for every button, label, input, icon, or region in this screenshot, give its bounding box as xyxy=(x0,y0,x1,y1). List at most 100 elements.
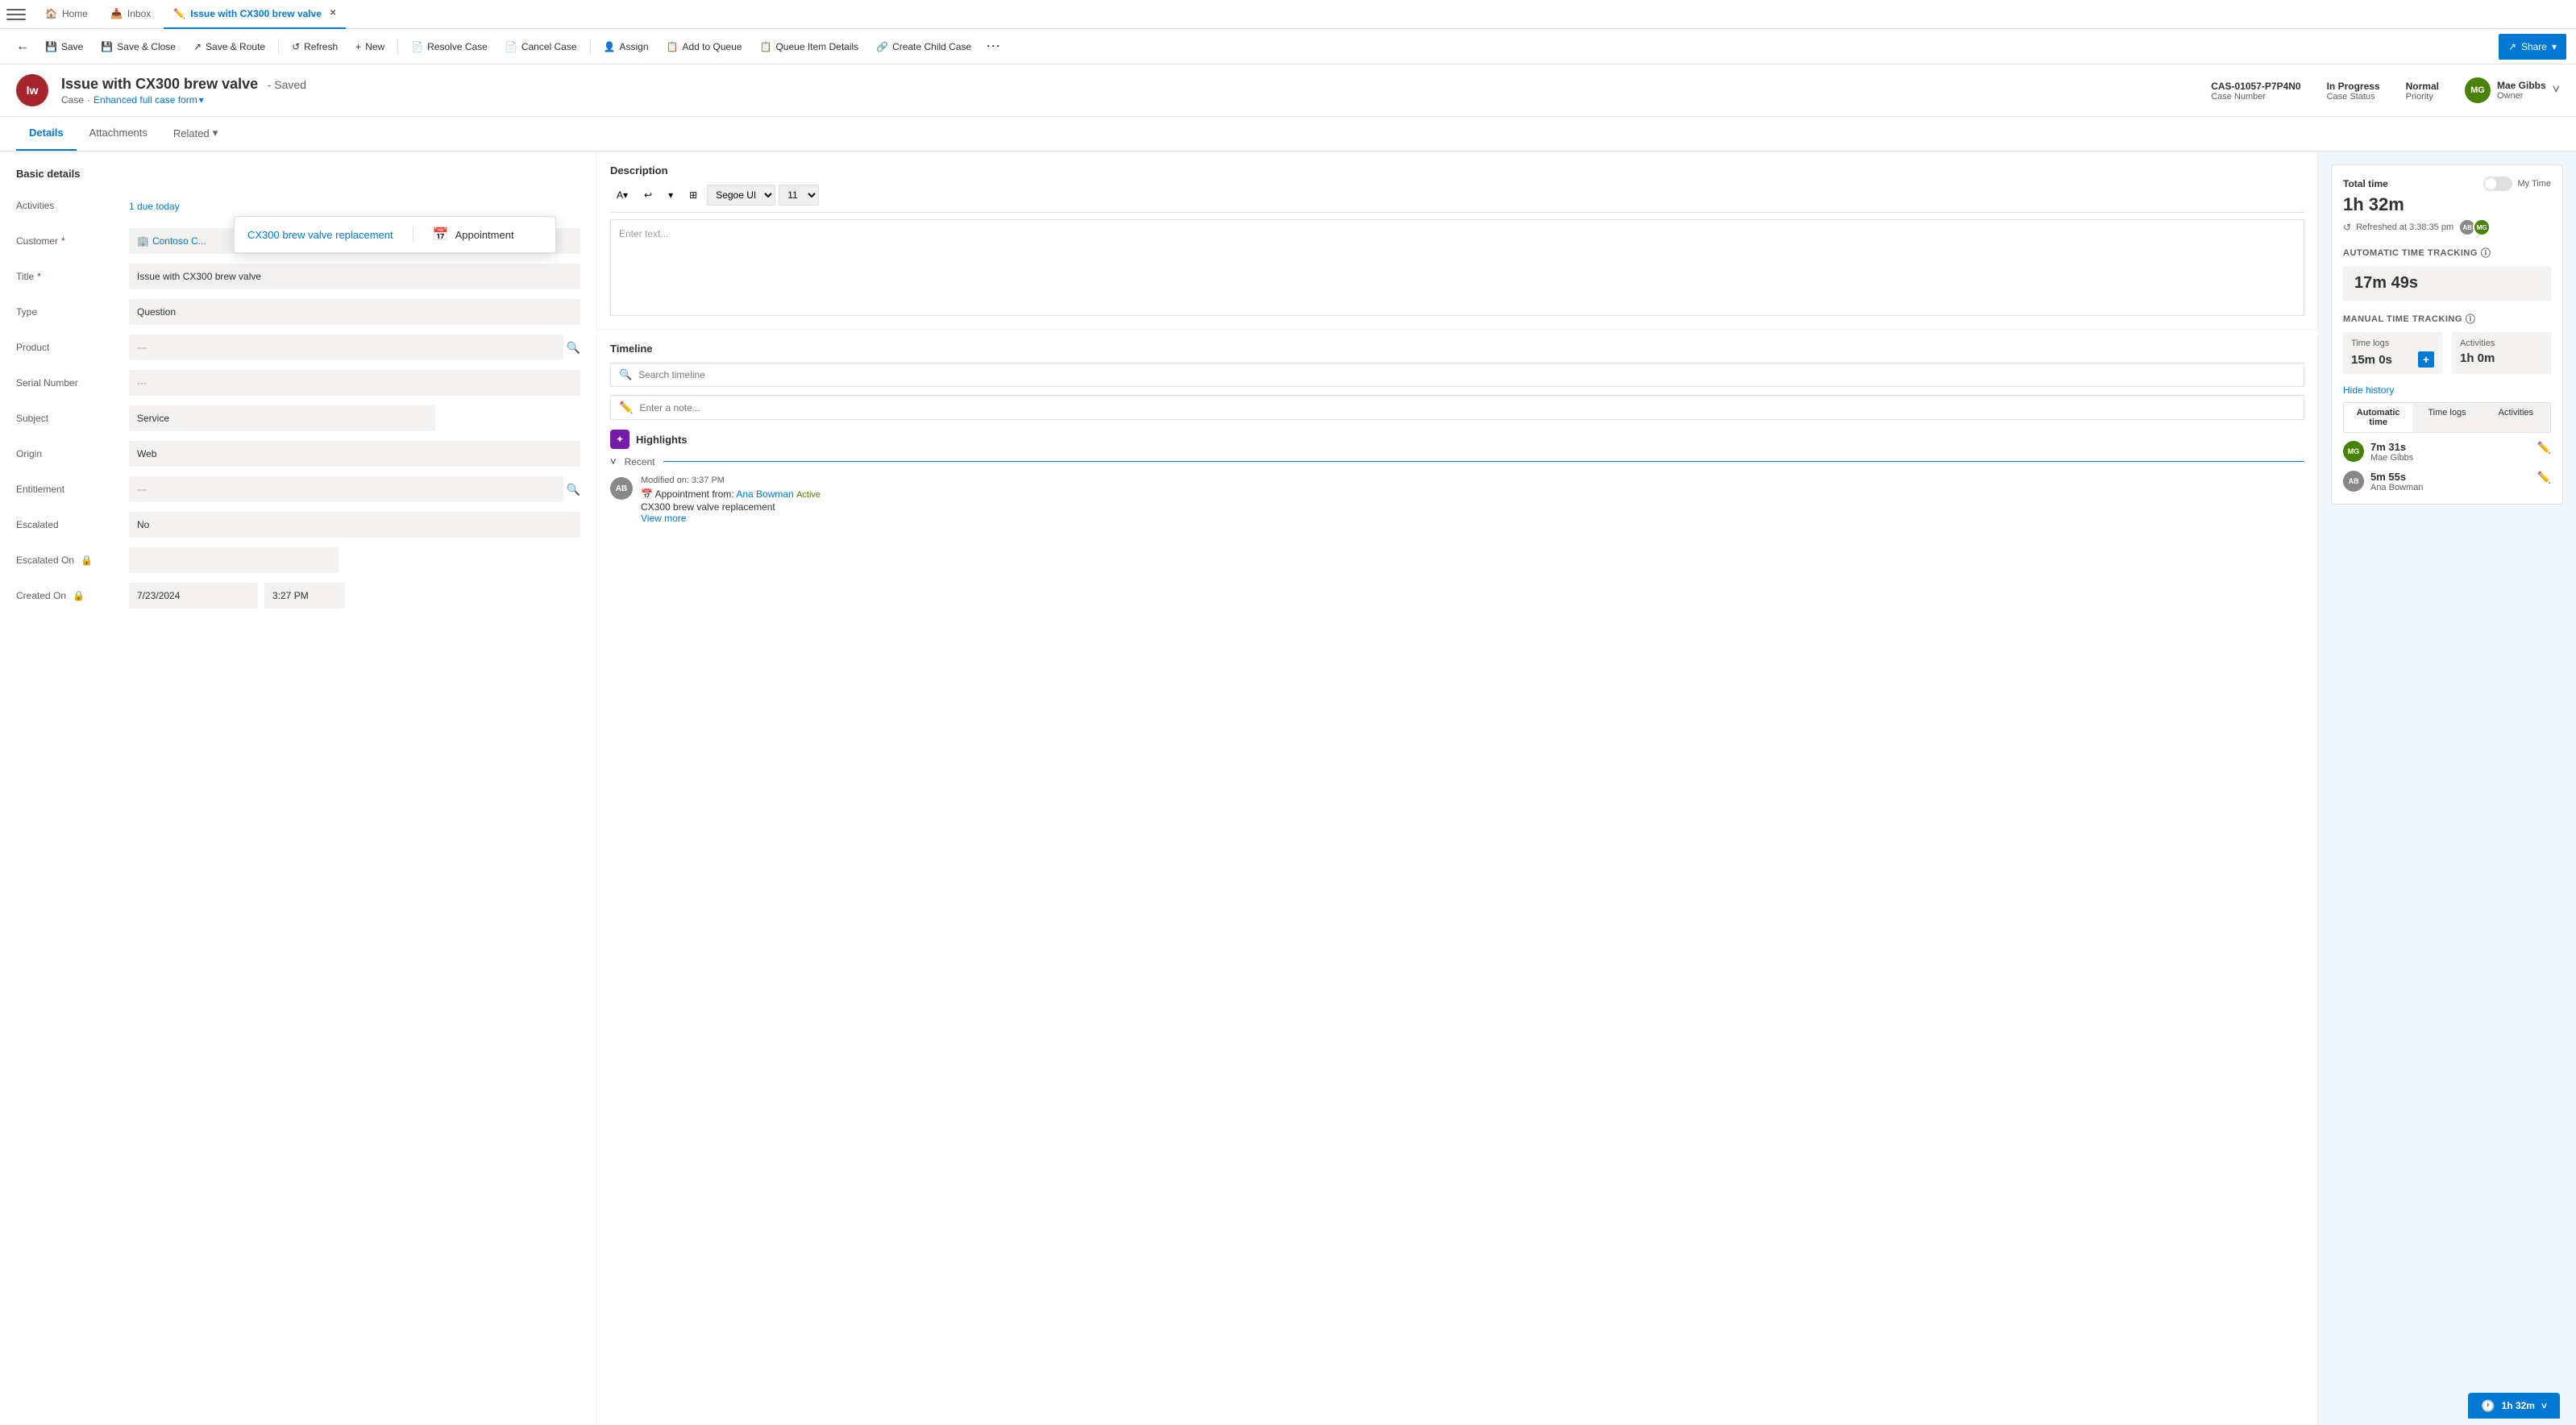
type-input[interactable]: Question xyxy=(129,299,580,325)
product-label: Product xyxy=(16,342,129,353)
save-route-button[interactable]: ↗ Save & Route xyxy=(185,34,273,60)
assign-button[interactable]: 👤 Assign xyxy=(596,34,657,60)
save-button[interactable]: 💾 Save xyxy=(37,34,91,60)
tab-related[interactable]: Related ▾ xyxy=(160,117,231,151)
history-tab-timelogs[interactable]: Time logs xyxy=(2412,403,2481,432)
origin-value: Web xyxy=(129,441,580,467)
back-button[interactable]: ← xyxy=(10,39,35,54)
refresh-time-icon[interactable]: ↺ xyxy=(2343,222,2351,233)
history-tab-activities[interactable]: Activities xyxy=(2482,403,2550,432)
my-time-toggle[interactable] xyxy=(2483,177,2512,191)
add-queue-icon: 📋 xyxy=(667,41,679,52)
product-input[interactable]: --- xyxy=(129,334,563,360)
escalated-on-input[interactable] xyxy=(129,547,339,573)
queue-details-icon: 📋 xyxy=(760,41,772,52)
history-tab-automatic[interactable]: Automatic time xyxy=(2344,403,2412,432)
tab-inbox[interactable]: 📥 Inbox xyxy=(101,0,160,29)
product-search-icon[interactable]: 🔍 xyxy=(567,341,580,355)
appointment-item[interactable]: 📅 Appointment xyxy=(433,226,514,243)
my-time-label: My Time xyxy=(2517,179,2551,189)
tab-home[interactable]: 🏠 Home xyxy=(35,0,98,29)
undo-icon: ↩ xyxy=(644,189,652,201)
note-input-container: ✏️ xyxy=(610,395,2304,420)
history-edit-ab-button[interactable]: ✏️ xyxy=(2537,471,2551,484)
manual-tracking-section: MANUAL TIME TRACKING ⓘ Time logs 15m 0s … xyxy=(2343,312,2551,374)
share-label: Share xyxy=(2521,41,2547,52)
undo-dropdown-button[interactable]: ▾ xyxy=(662,186,679,204)
field-entitlement: Entitlement --- 🔍 xyxy=(16,476,580,502)
activities-link[interactable]: 1 due today xyxy=(129,201,180,212)
field-created-on: Created On 🔒 7/23/2024 3:27 PM xyxy=(16,583,580,609)
hide-history-button[interactable]: Hide history xyxy=(2343,384,2394,396)
title-label: Title * xyxy=(16,271,129,282)
form-link[interactable]: Enhanced full case form ▾ xyxy=(93,94,204,106)
bottom-time-bar[interactable]: 🕐 1h 32m ˅ xyxy=(2468,1393,2560,1419)
owner-expand-button[interactable]: ˅ xyxy=(2553,83,2560,98)
more-options-button[interactable]: ⋯ xyxy=(981,38,1005,55)
cancel-case-button[interactable]: 📄 Cancel Case xyxy=(497,34,585,60)
description-toolbar: A▾ ↩ ▾ ⊞ Segoe UI 11 xyxy=(610,185,2304,213)
tab-case[interactable]: ✏️ Issue with CX300 brew valve ✕ xyxy=(164,0,346,29)
child-case-label: Create Child Case xyxy=(892,41,971,52)
tab-details[interactable]: Details xyxy=(16,117,77,151)
save-close-icon: 💾 xyxy=(101,41,113,52)
origin-input[interactable]: Web xyxy=(129,441,580,467)
owner-avatar: MG xyxy=(2465,77,2491,103)
resolve-case-button[interactable]: 📄 Resolve Case xyxy=(403,34,496,60)
hamburger-menu[interactable] xyxy=(6,5,26,24)
owner-section: MG Mae Gibbs Owner ˅ xyxy=(2465,77,2560,103)
refresh-button[interactable]: ↺ Refresh xyxy=(284,34,346,60)
case-number-meta: CAS-01057-P7P4N0 Case Number xyxy=(2211,79,2300,102)
subject-value: Service xyxy=(129,405,580,431)
history-info-mg: 7m 31s Mae Gibbs xyxy=(2370,441,2531,463)
format-button[interactable]: ⊞ xyxy=(683,186,704,204)
save-close-button[interactable]: 💾 Save & Close xyxy=(93,34,184,60)
cx300-replacement-link[interactable]: CX300 brew valve replacement xyxy=(247,229,393,241)
history-edit-mg-button[interactable]: ✏️ xyxy=(2537,441,2551,455)
timeline-entry: AB Modified on: 3:37 PM 📅 Appointment fr… xyxy=(610,476,2304,524)
assign-label: Assign xyxy=(619,41,648,52)
child-case-button[interactable]: 🔗 Create Child Case xyxy=(868,34,979,60)
serial-number-value: --- xyxy=(129,370,580,396)
tab-close-button[interactable]: ✕ xyxy=(330,9,336,18)
queue-details-button[interactable]: 📋 Queue Item Details xyxy=(752,34,867,60)
share-button[interactable]: ↗ Share ▾ xyxy=(2499,34,2566,60)
view-more-link[interactable]: View more xyxy=(641,513,2304,524)
nav-tabs: Details Attachments Related ▾ xyxy=(0,117,2576,152)
field-escalated-on: Escalated On 🔒 xyxy=(16,547,580,573)
created-on-date-input[interactable]: 7/23/2024 xyxy=(129,583,258,609)
entry-person-link[interactable]: Ana Bowman xyxy=(736,488,793,500)
new-button[interactable]: + New xyxy=(347,34,393,60)
timeline-search-input[interactable] xyxy=(638,369,2296,380)
subject-input[interactable]: Service xyxy=(129,405,435,431)
created-on-time-input[interactable]: 3:27 PM xyxy=(264,583,345,609)
bottom-dropdown-icon: ˅ xyxy=(2541,1400,2547,1411)
note-input[interactable] xyxy=(639,402,2296,413)
serial-number-input[interactable]: --- xyxy=(129,370,580,396)
font-size-select[interactable]: 11 xyxy=(779,185,819,206)
manual-tracking-header: MANUAL TIME TRACKING ⓘ xyxy=(2343,312,2551,326)
appointment-label: Appointment xyxy=(455,229,514,241)
customer-label: Customer * xyxy=(16,235,129,247)
font-name-select[interactable]: Segoe UI xyxy=(707,185,775,206)
manual-tracking-info-icon: ⓘ xyxy=(2466,312,2476,326)
serial-number-label: Serial Number xyxy=(16,377,129,388)
undo-button[interactable]: ↩ xyxy=(638,186,659,204)
undo-dropdown-icon: ▾ xyxy=(668,189,673,201)
entitlement-search-icon[interactable]: 🔍 xyxy=(567,483,580,496)
resolve-icon: 📄 xyxy=(411,41,423,52)
tab-attachments[interactable]: Attachments xyxy=(77,117,160,151)
customer-required: * xyxy=(61,235,65,247)
type-label: Type xyxy=(16,306,129,318)
cmd-separator-2 xyxy=(397,39,398,55)
child-case-icon: 🔗 xyxy=(876,41,888,52)
font-color-button[interactable]: A▾ xyxy=(610,186,634,204)
escalated-input[interactable]: No xyxy=(129,512,580,538)
title-input[interactable]: Issue with CX300 brew valve xyxy=(129,264,580,289)
entitlement-input[interactable]: --- xyxy=(129,476,563,502)
field-subject: Subject Service xyxy=(16,405,580,431)
add-time-log-button[interactable]: + xyxy=(2418,351,2434,368)
add-queue-button[interactable]: 📋 Add to Queue xyxy=(659,34,750,60)
recent-collapse-icon[interactable]: ˅ xyxy=(610,455,617,467)
description-editor[interactable]: Enter text... xyxy=(610,219,2304,316)
